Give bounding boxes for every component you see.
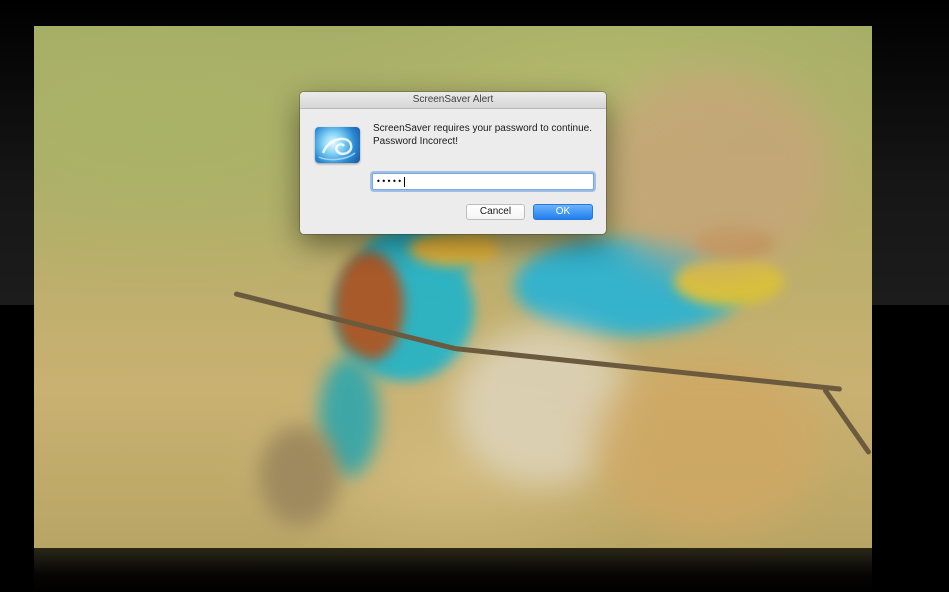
screensaver-alert-dialog: ScreenSaver Alert ScreenSaver requires y…: [300, 92, 606, 234]
cancel-button[interactable]: Cancel: [466, 204, 525, 220]
message-line-2: Password Incorect!: [373, 136, 459, 147]
dialog-message: ScreenSaver requires your password to co…: [373, 122, 598, 148]
password-field[interactable]: •••••: [372, 173, 594, 190]
message-line-1: ScreenSaver requires your password to co…: [373, 123, 593, 134]
dialog-title: ScreenSaver Alert: [300, 92, 606, 109]
screensaver-app-icon: [315, 127, 360, 163]
ok-button[interactable]: OK: [533, 204, 593, 220]
screen: ScreenSaver Alert ScreenSaver requires y…: [0, 0, 949, 592]
text-caret: [403, 176, 405, 187]
password-mask: •••••: [376, 177, 403, 186]
